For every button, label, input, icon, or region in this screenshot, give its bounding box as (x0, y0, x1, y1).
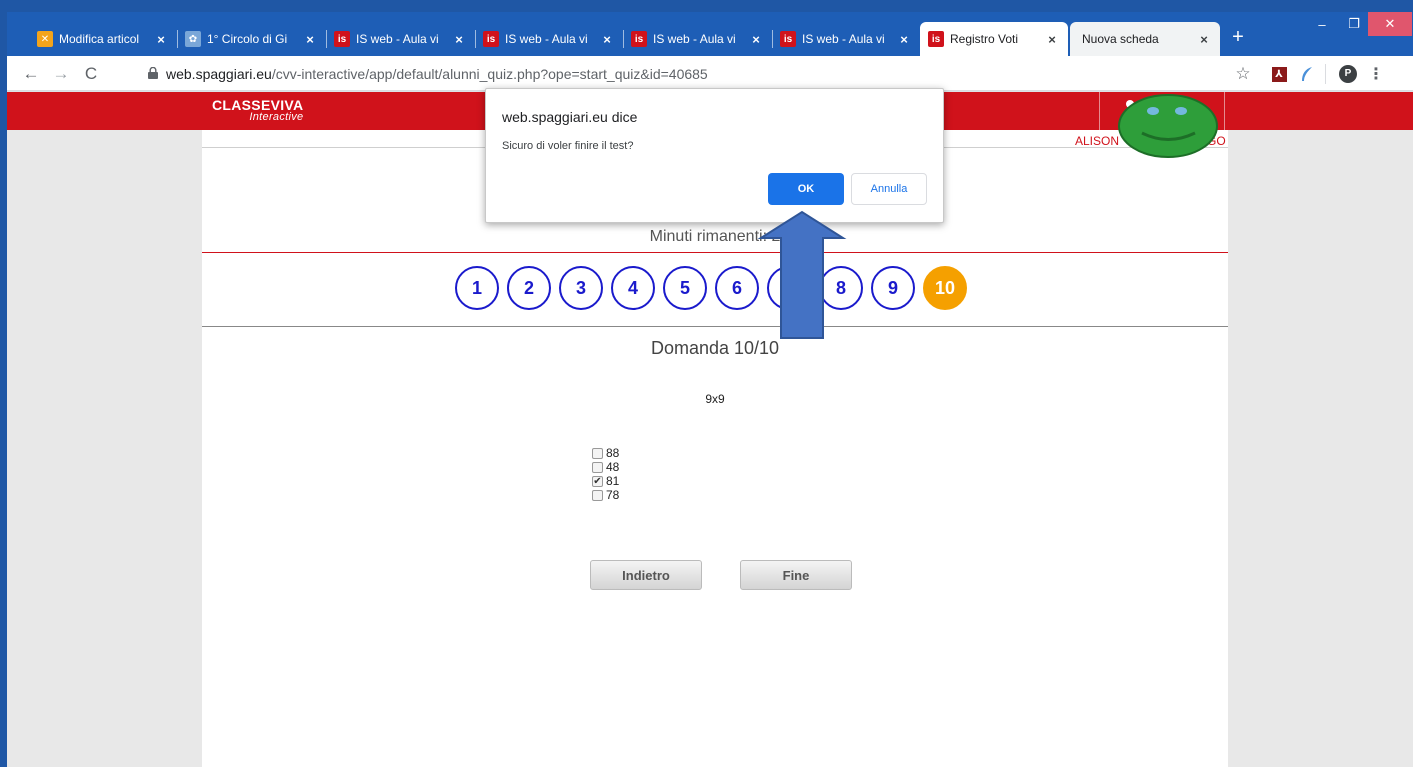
close-tab-icon[interactable]: × (896, 32, 912, 47)
answer-checkbox-checked[interactable]: ✔ (592, 475, 603, 487)
question-8-button[interactable]: 8 (819, 266, 863, 310)
close-tab-icon[interactable]: × (1044, 32, 1060, 47)
is-logo-icon: is (631, 31, 647, 47)
forward-arrow-icon[interactable]: → (51, 64, 71, 84)
answer-checkbox[interactable] (592, 447, 603, 459)
close-tab-icon[interactable]: × (599, 32, 615, 47)
question-4-button[interactable]: 4 (611, 266, 655, 310)
tab-registro-voti[interactable]: is Registro Voti × (920, 22, 1068, 56)
tab-4[interactable]: is IS web - Aula vi × (623, 22, 773, 56)
tab-title: 1° Circolo di Gi (207, 32, 288, 46)
answer-checkbox[interactable] (592, 461, 603, 473)
browser-toolbar: ← → C web.spaggiari.eu/cvv-interactive/a… (7, 56, 1413, 91)
tab-nuova-scheda[interactable]: Nuova scheda × (1070, 22, 1220, 56)
browser-window: ✕ Modifica articol × ✿ 1° Circolo di Gi … (7, 12, 1413, 767)
tab-strip: ✕ Modifica articol × ✿ 1° Circolo di Gi … (7, 12, 1413, 56)
is-logo-icon: is (334, 31, 350, 47)
question-text: 9x9 (705, 392, 725, 406)
is-logo-icon: is (928, 31, 944, 47)
tab-0[interactable]: ✕ Modifica articol × (29, 22, 178, 56)
dialog-title: web.spaggiari.eu dice (502, 109, 638, 125)
tab-title: Registro Voti (950, 32, 1019, 46)
answer-option: 88 (592, 446, 619, 460)
address-bar[interactable]: web.spaggiari.eu/cvv-interactive/app/def… (166, 66, 708, 82)
answer-label: 48 (606, 460, 620, 474)
confirm-dialog: web.spaggiari.eu dice Sicuro di voler fi… (485, 88, 944, 223)
question-title: Domanda 10/10 (650, 338, 780, 358)
time-remaining: Minuti rimanenti: 2 (649, 228, 781, 245)
pdf-extension-icon[interactable]: ⅄ (1269, 64, 1289, 84)
lock-icon (148, 67, 158, 79)
answer-label: 78 (606, 488, 620, 502)
tab-title: IS web - Aula vi (653, 32, 736, 46)
header-divider (1099, 92, 1100, 130)
is-logo-icon: is (780, 31, 796, 47)
answer-option: ✔ 81 (592, 474, 619, 488)
new-tab-button[interactable]: + (1227, 26, 1249, 48)
back-arrow-icon[interactable]: ← (21, 64, 41, 84)
close-tab-icon[interactable]: × (451, 32, 467, 47)
divider (202, 326, 1228, 327)
star-icon[interactable]: ☆ (1233, 64, 1253, 84)
feather-extension-icon[interactable] (1297, 64, 1317, 84)
tab-title: IS web - Aula vi (802, 32, 885, 46)
cancel-button[interactable]: Annulla (851, 173, 927, 205)
question-6-button[interactable]: 6 (715, 266, 759, 310)
answer-options: 88 48 ✔ 81 78 (592, 446, 619, 502)
tab-title: Modifica articol (59, 32, 140, 46)
is-logo-icon: is (483, 31, 499, 47)
tab-title: IS web - Aula vi (356, 32, 439, 46)
close-tab-icon[interactable]: × (302, 32, 318, 47)
reload-icon[interactable]: C (81, 64, 101, 84)
header-divider (1224, 92, 1225, 130)
menu-icon[interactable]: ⋮ (1368, 64, 1384, 84)
minimize-icon[interactable]: – (1305, 12, 1339, 36)
question-2-button[interactable]: 2 (507, 266, 551, 310)
question-navigator: 1 2 3 4 5 6 7 8 9 10 (455, 266, 967, 310)
back-button[interactable]: Indietro (590, 560, 702, 590)
classeviva-logo[interactable]: CLASSEVIVA Interactive (212, 98, 303, 124)
answer-checkbox[interactable] (592, 489, 603, 501)
tab-3[interactable]: is IS web - Aula vi × (475, 22, 624, 56)
user-name: ALISON GO (1075, 134, 1226, 148)
url-path: /cvv-interactive/app/default/alunni_quiz… (271, 66, 708, 82)
close-tab-icon[interactable]: × (748, 32, 764, 47)
question-9-button[interactable]: 9 (871, 266, 915, 310)
dialog-message: Sicuro di voler finire il test? (502, 140, 634, 152)
question-10-button[interactable]: 10 (923, 266, 967, 310)
question-1-button[interactable]: 1 (455, 266, 499, 310)
joomla-icon: ✕ (37, 31, 53, 47)
user-name-start: ALISON (1075, 134, 1120, 148)
tab-5[interactable]: is IS web - Aula vi × (772, 22, 920, 56)
url-host: web.spaggiari.eu (166, 66, 272, 82)
close-tab-icon[interactable]: × (1196, 32, 1212, 47)
restore-icon[interactable]: ❐ (1337, 12, 1371, 36)
question-5-button[interactable]: 5 (663, 266, 707, 310)
profile-avatar[interactable]: P (1338, 64, 1358, 84)
tab-title: IS web - Aula vi (505, 32, 588, 46)
profile-initial: P (1339, 65, 1357, 83)
tab-2[interactable]: is IS web - Aula vi × (326, 22, 476, 56)
close-tab-icon[interactable]: × (153, 32, 169, 47)
question-7-button[interactable]: 7 (767, 266, 811, 310)
answer-label: 88 (606, 446, 620, 460)
question-3-button[interactable]: 3 (559, 266, 603, 310)
toolbar-separator (1325, 64, 1326, 84)
answer-label: 81 (606, 474, 620, 488)
user-icon[interactable] (1122, 98, 1142, 124)
school-logo-icon: ✿ (185, 31, 201, 47)
divider (202, 252, 1228, 253)
ok-button[interactable]: OK (768, 173, 844, 205)
tab-1[interactable]: ✿ 1° Circolo di Gi × (177, 22, 327, 56)
tab-title: Nuova scheda (1082, 32, 1159, 46)
answer-option: 48 (592, 460, 619, 474)
answer-option: 78 (592, 488, 619, 502)
user-name-end: GO (1207, 134, 1226, 148)
close-window-icon[interactable]: ✕ (1368, 12, 1412, 36)
finish-button[interactable]: Fine (740, 560, 852, 590)
